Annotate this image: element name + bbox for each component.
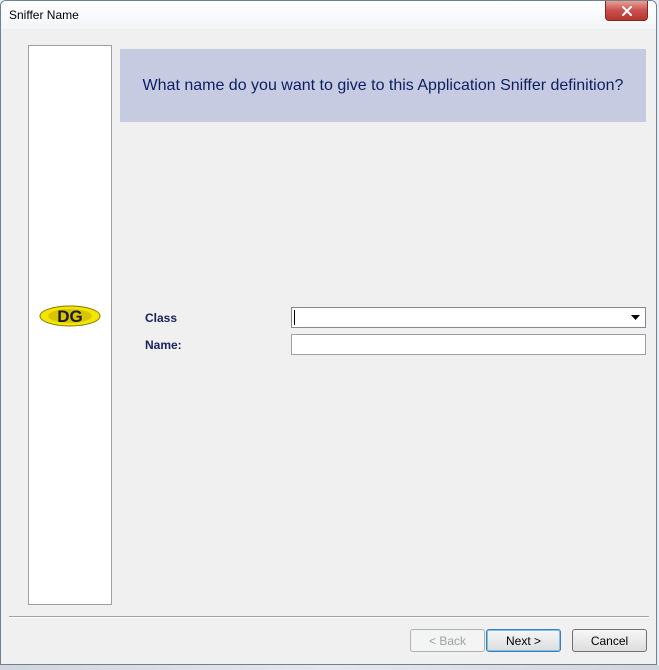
chevron-down-icon[interactable] xyxy=(627,309,644,326)
question-text: What name do you want to give to this Ap… xyxy=(142,76,624,94)
question-banner: What name do you want to give to this Ap… xyxy=(120,49,646,122)
close-icon xyxy=(621,5,632,16)
button-divider xyxy=(9,616,649,618)
desktop-background xyxy=(0,665,659,670)
title-bar: Sniffer Name xyxy=(1,1,656,29)
class-dropdown-value xyxy=(294,310,615,325)
wizard-side-panel: DG xyxy=(28,45,112,605)
dialog-client-area: DG What name do you want to give to this… xyxy=(9,31,651,660)
class-label: Class xyxy=(145,311,178,325)
cancel-button[interactable]: Cancel xyxy=(572,629,647,652)
name-field[interactable] xyxy=(291,334,646,355)
back-button[interactable]: < Back xyxy=(410,629,485,652)
close-button[interactable] xyxy=(605,1,648,21)
logo-text: DG xyxy=(57,307,83,326)
window-title: Sniffer Name xyxy=(9,8,79,22)
next-button[interactable]: Next > xyxy=(486,629,561,652)
class-dropdown[interactable] xyxy=(291,307,646,328)
dg-logo: DG xyxy=(39,305,101,327)
name-label: Name: xyxy=(145,338,182,352)
sniffer-name-dialog: Sniffer Name DG What name do you want to… xyxy=(0,0,657,665)
